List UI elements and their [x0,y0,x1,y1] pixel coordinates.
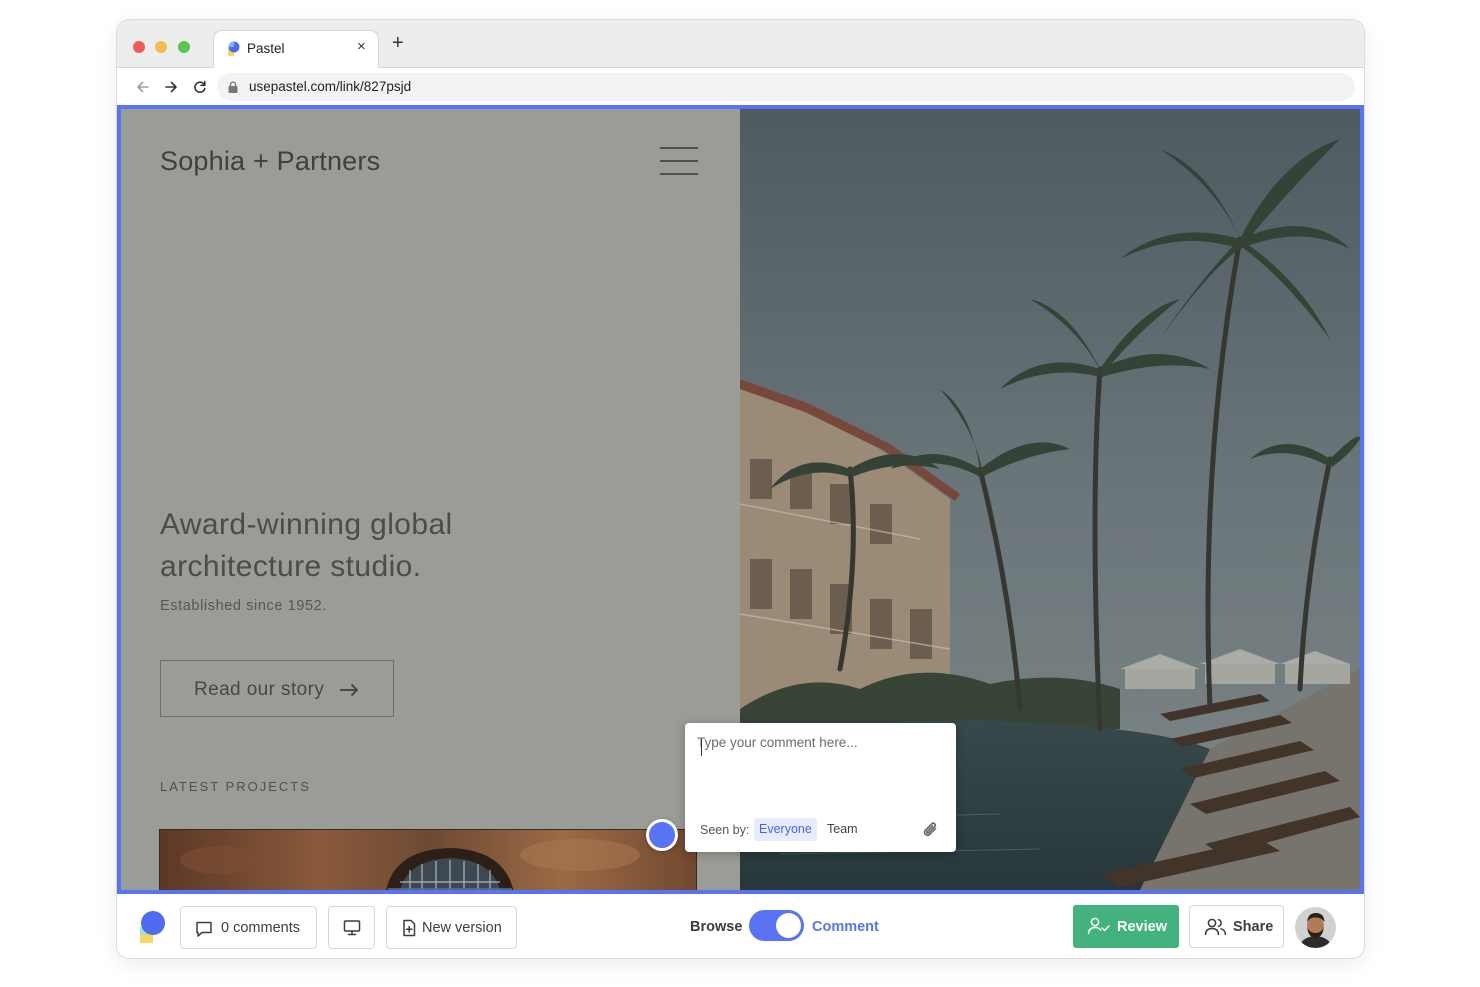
attachment-paperclip-icon[interactable] [921,820,941,840]
comment-input[interactable] [697,735,945,795]
read-our-story-label: Read our story [194,679,325,700]
close-window-button[interactable] [133,41,145,53]
speech-bubble-icon [196,921,212,937]
text-caret [701,739,702,756]
comments-count-button[interactable]: 0 comments [180,906,317,949]
url-field[interactable]: usepastel.com/link/827psjd [217,73,1355,101]
site-brand[interactable]: Sophia + Partners [160,146,380,177]
users-icon [1204,918,1227,936]
file-plus-icon [403,919,416,937]
comment-pin-marker[interactable] [646,819,678,851]
hero-subheadline: Established since 1952. [160,598,327,614]
tab-close-icon[interactable]: × [357,38,366,55]
maximize-window-button[interactable] [178,41,190,53]
review-button[interactable]: Review [1073,905,1179,948]
address-bar: usepastel.com/link/827psjd [117,68,1364,106]
browse-comment-toggle[interactable] [749,910,804,941]
user-avatar[interactable] [1295,907,1336,948]
minimize-window-button[interactable] [155,41,167,53]
latest-projects-heading: LATEST PROJECTS [160,779,311,794]
read-our-story-button[interactable]: Read our story [160,660,394,717]
audience-everyone-option[interactable]: Everyone [754,818,817,841]
desktop-monitor-icon [343,920,361,936]
hero-headline-line1: Award-winning global [160,508,453,541]
pastel-toolbar: 0 comments New version Browse Comment Re… [117,894,1364,958]
browser-tab[interactable]: Pastel × [213,30,379,69]
arrow-right-icon [340,683,358,697]
hamburger-menu-icon[interactable] [660,147,698,177]
comment-mode-label[interactable]: Comment [812,919,879,935]
new-version-label: New version [422,920,502,936]
pastel-logo-icon[interactable] [138,910,166,944]
back-arrow-icon[interactable] [133,77,153,97]
comment-popover: Seen by: Everyone Team [685,723,956,852]
title-bar: Pastel × + [117,20,1364,69]
share-button[interactable]: Share [1189,905,1284,948]
browser-window: Pastel × + usepastel.com/link/827psjd So… [117,20,1364,958]
avatar-image [1295,907,1336,948]
project-image [160,830,696,890]
reload-icon[interactable] [190,77,210,97]
user-check-icon [1087,917,1110,935]
site-hero-left: Sophia + Partners Award-winning global a… [121,109,740,890]
lock-icon [228,81,238,93]
browse-mode-label[interactable]: Browse [690,919,742,935]
new-version-button[interactable]: New version [386,906,517,949]
audience-team-option[interactable]: Team [827,818,858,841]
share-label: Share [1233,919,1274,935]
url-text: usepastel.com/link/827psjd [249,79,412,94]
toggle-knob [776,913,801,938]
hero-headline-line2: architecture studio. [160,550,422,583]
pastel-logo-icon [228,41,240,56]
new-tab-button[interactable]: + [392,33,404,53]
device-preview-button[interactable] [328,906,375,949]
comments-count-label: 0 comments [221,920,300,936]
tab-title: Pastel [247,41,285,56]
seen-by-label: Seen by: [700,823,750,837]
forward-arrow-icon[interactable] [161,77,181,97]
review-label: Review [1117,919,1167,935]
page-viewport[interactable]: Sophia + Partners Award-winning global a… [117,105,1364,894]
hero-headline: Award-winning global architecture studio… [160,504,453,588]
project-thumbnail[interactable] [159,829,697,890]
